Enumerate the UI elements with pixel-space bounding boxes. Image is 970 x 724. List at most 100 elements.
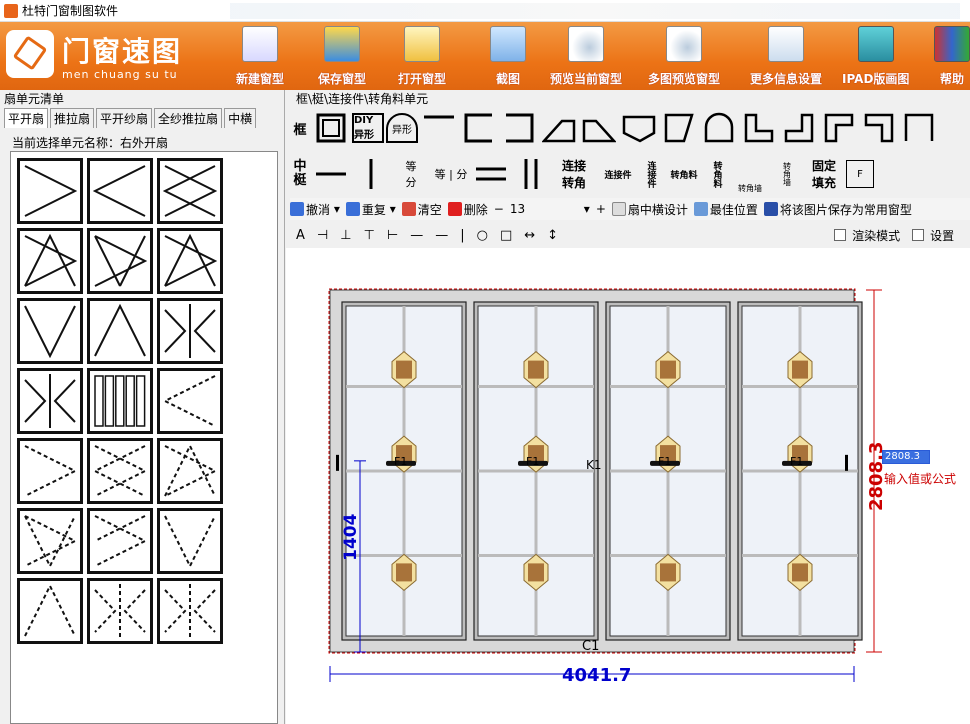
ipad-draw-button[interactable]: IPAD版画图 — [842, 26, 909, 88]
connector-item[interactable]: 连接件 — [598, 154, 638, 194]
window-drawing[interactable]: F1 F1 F1 F1 K1 C1 4041.7 2808.3 1404 — [286, 248, 970, 724]
save-common-button[interactable]: 将该图片保存为常用窗型 — [763, 201, 912, 218]
sash-unit-1[interactable] — [17, 158, 83, 224]
arrow-down-tool[interactable]: ⊥ — [340, 228, 351, 243]
frame-c-right-item[interactable] — [500, 108, 538, 148]
mullion-row: 中 梃 等 分 等 | 分 连接 转角 连接件 连接件 转角料 转角料 转角墙 … — [290, 154, 874, 194]
more-settings-button[interactable]: 更多信息设置 — [750, 26, 822, 88]
vline-tool[interactable]: | — [460, 228, 464, 243]
frame-l3-item[interactable] — [820, 108, 858, 148]
dimension-input[interactable]: 2808.3 — [882, 450, 930, 464]
sash-unit-4[interactable] — [17, 228, 83, 294]
settings-checkbox[interactable]: 设置 — [912, 227, 954, 244]
sash-unit-5[interactable] — [87, 228, 153, 294]
sash-unit-18[interactable] — [157, 508, 223, 574]
frame-l-item[interactable] — [740, 108, 778, 148]
h-mullion-item[interactable] — [312, 154, 350, 194]
delete-button[interactable]: 删除 — [447, 201, 488, 218]
sash-unit-glyph — [24, 584, 76, 637]
width-dim-label[interactable]: 4041.7 — [562, 665, 631, 686]
frame-l2-item[interactable] — [780, 108, 818, 148]
increment-button[interactable]: + — [596, 202, 606, 216]
equal-v-item[interactable]: 等 | 分 — [432, 154, 470, 194]
diy-shape-item[interactable]: DIY异形 — [352, 113, 384, 143]
value-select[interactable]: 13 ▾ — [510, 202, 590, 216]
rect-tool[interactable]: □ — [500, 228, 512, 243]
frame-slant-item[interactable] — [660, 108, 698, 148]
screenshot-icon — [490, 26, 526, 62]
fixed-fill-item[interactable]: 固定 填充 — [804, 154, 844, 194]
decrement-button[interactable]: − — [494, 202, 504, 216]
tab-transom[interactable]: 中横 — [224, 108, 257, 128]
clear-button[interactable]: 清空 — [401, 201, 442, 218]
sash-unit-20[interactable] — [87, 578, 153, 644]
open-window-button[interactable]: 打开窗型 — [398, 26, 446, 88]
sash-unit-13[interactable] — [17, 438, 83, 504]
connect-turn-item[interactable]: 连接 转角 — [552, 154, 596, 194]
arch-shape-item[interactable]: 异形 — [386, 113, 418, 143]
f-item[interactable]: F — [846, 160, 874, 188]
sash-mullion-button[interactable]: 扇中横设计 — [611, 201, 688, 218]
sash-unit-16[interactable] — [17, 508, 83, 574]
double-v-item[interactable] — [512, 154, 550, 194]
frame-arch-item[interactable] — [700, 108, 738, 148]
connector-v-item[interactable]: 连接件 — [640, 154, 662, 194]
sash-unit-3[interactable] — [157, 158, 223, 224]
equal-h-item[interactable]: 等 分 — [392, 154, 430, 194]
sash-unit-9[interactable] — [157, 298, 223, 364]
sash-unit-19[interactable] — [17, 578, 83, 644]
tab-full-screen-sliding[interactable]: 全纱推拉扇 — [154, 108, 223, 128]
save-window-button[interactable]: 保存窗型 — [318, 26, 366, 88]
frame-trapezoid2-item[interactable] — [580, 108, 618, 148]
tab-casement[interactable]: 平开扇 — [4, 108, 49, 128]
sash-unit-15[interactable] — [157, 438, 223, 504]
sash-unit-7[interactable] — [17, 298, 83, 364]
redo-button[interactable]: 重复 ▾ — [345, 201, 396, 218]
tab-sliding[interactable]: 推拉扇 — [50, 108, 95, 128]
screenshot-button[interactable]: 截图 — [490, 26, 526, 88]
decor-ornament-center — [396, 563, 412, 582]
text-tool[interactable]: A — [296, 228, 305, 243]
h-dim-tool[interactable]: ↔ — [524, 228, 535, 243]
sash-unit-10[interactable] — [17, 368, 83, 434]
corner-material-item[interactable]: 转角料 — [664, 154, 704, 194]
help-button[interactable]: 帮助 — [934, 26, 970, 88]
sash-unit-8[interactable] — [87, 298, 153, 364]
sash-unit-17[interactable] — [87, 508, 153, 574]
dash-tool[interactable]: — — [410, 228, 423, 243]
v-mullion-item[interactable] — [352, 154, 390, 194]
sash-unit-12[interactable] — [157, 368, 223, 434]
line-tool[interactable]: — — [435, 228, 448, 243]
decor-ornament-center — [792, 563, 808, 582]
tab-casement-screen[interactable]: 平开纱扇 — [96, 108, 153, 128]
double-h-item[interactable] — [472, 154, 510, 194]
sash-dim-label[interactable]: 1404 — [341, 513, 361, 560]
sash-unit-14[interactable] — [87, 438, 153, 504]
multi-preview-button[interactable]: 多图预览窗型 — [648, 26, 720, 88]
arrow-left-tool[interactable]: ⊣ — [317, 228, 328, 243]
sash-unit-6[interactable] — [157, 228, 223, 294]
frame-c-left-item[interactable] — [460, 108, 498, 148]
corner-wall-item[interactable]: 转角墙 — [730, 154, 770, 194]
arrow-right-tool[interactable]: ⊢ — [387, 228, 398, 243]
new-window-button[interactable]: 新建窗型 — [236, 26, 284, 88]
arrow-up-tool[interactable]: ⊤ — [364, 228, 375, 243]
frame-rect-item[interactable] — [312, 108, 350, 148]
sash-unit-21[interactable] — [157, 578, 223, 644]
render-mode-checkbox[interactable]: 渲染模式 — [834, 227, 900, 244]
frame-l4-item[interactable] — [860, 108, 898, 148]
frame-pentagon-item[interactable] — [620, 108, 658, 148]
frame-trapezoid-item[interactable] — [540, 108, 578, 148]
line-top-item[interactable] — [420, 108, 458, 148]
undo-button[interactable]: 撤消 ▾ — [290, 201, 340, 218]
v-dim-tool[interactable]: ↕ — [547, 228, 558, 243]
circle-tool[interactable]: ○ — [477, 228, 488, 243]
drawing-canvas[interactable]: F1 F1 F1 F1 K1 C1 4041.7 2808.3 1404 2808.3 输入值或… — [286, 248, 970, 724]
best-position-button[interactable]: 最佳位置 — [693, 201, 758, 218]
frame-u-item[interactable] — [900, 108, 938, 148]
preview-current-button[interactable]: 预览当前窗型 — [550, 26, 622, 88]
corner-wall-v-item[interactable]: 转角墙 — [772, 154, 802, 194]
corner-material-v-item[interactable]: 转角料 — [706, 154, 728, 194]
sash-unit-2[interactable] — [87, 158, 153, 224]
sash-unit-11[interactable] — [87, 368, 153, 434]
